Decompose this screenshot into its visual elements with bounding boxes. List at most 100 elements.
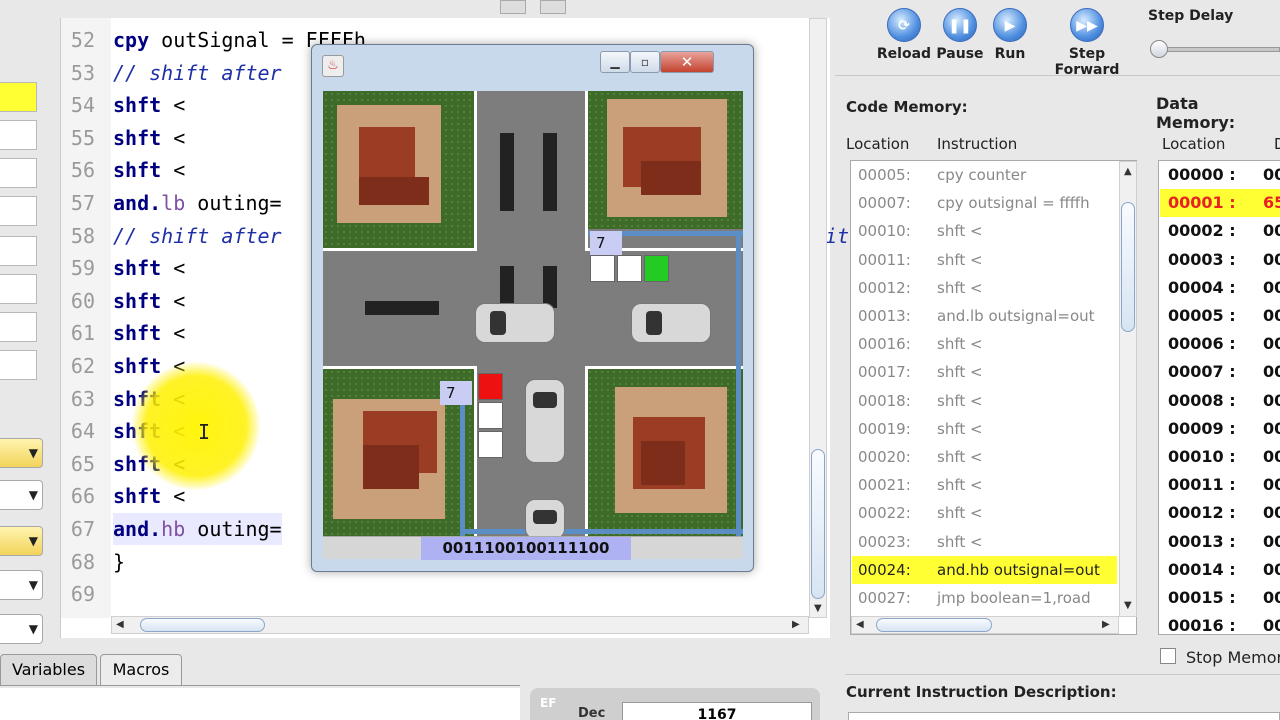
code-line[interactable]: and.lb outing= xyxy=(113,187,282,219)
code-line[interactable]: // shift after xyxy=(113,220,282,252)
data-memory-row[interactable]: 00007 : 00 xyxy=(1160,358,1280,386)
data-memory-row[interactable]: 00002 : 00 xyxy=(1160,217,1280,245)
data-memory-row[interactable]: 00011 : 00 xyxy=(1160,471,1280,499)
data-memory-row[interactable]: 00010 : 00 xyxy=(1160,443,1280,471)
code-memory-hscroll[interactable]: ◀ ▶ xyxy=(851,616,1119,634)
editor-horizontal-scrollbar[interactable]: ◀ ▶ xyxy=(111,616,809,634)
data-memory-row[interactable]: 00003 : 00 xyxy=(1160,246,1280,274)
left-dropdown-1[interactable]: ▼ xyxy=(0,438,43,468)
row-location: 00022: xyxy=(858,504,911,523)
code-line[interactable]: shft < xyxy=(113,252,185,284)
data-memory-row[interactable]: 00008 : 00 xyxy=(1160,387,1280,415)
left-field-4[interactable] xyxy=(0,196,37,226)
left-field-6[interactable] xyxy=(0,274,37,304)
step-delay-slider-knob[interactable] xyxy=(1150,40,1168,58)
top-icon-b[interactable] xyxy=(540,0,566,14)
data-memory-row[interactable]: 00001 : 65 xyxy=(1160,189,1280,218)
data-memory-row[interactable]: 00012 : 00 xyxy=(1160,499,1280,527)
code-line[interactable]: // shift after xyxy=(113,57,282,89)
row-value: 00 xyxy=(1263,362,1280,382)
java-icon: ♨ xyxy=(322,55,344,77)
left-dropdown-5[interactable]: ▼ xyxy=(0,614,43,644)
left-field-8[interactable] xyxy=(0,350,37,380)
arrow-down-icon[interactable]: ▼ xyxy=(814,603,822,614)
left-dropdown-4[interactable]: ▼ xyxy=(0,570,43,600)
code-memory-row[interactable]: 00018: shft < xyxy=(852,387,1117,415)
code-memory-row[interactable]: 00016: shft < xyxy=(852,330,1117,358)
code-memory-row[interactable]: 00007: cpy outsignal = ffffh xyxy=(852,189,1117,217)
roof-shadow xyxy=(641,161,701,195)
tab-macros[interactable]: Macros xyxy=(100,654,182,686)
code-memory-row[interactable]: 00011: shft < xyxy=(852,246,1117,274)
arrow-down-icon[interactable]: ▼ xyxy=(1124,600,1132,611)
arrow-left-icon[interactable]: ◀ xyxy=(856,619,864,630)
step-delay-slider-track[interactable] xyxy=(1160,47,1280,52)
code-line[interactable]: and.hb outing= xyxy=(113,513,282,545)
step-forward-button[interactable]: ▶▶ Step Forward xyxy=(1037,8,1137,78)
left-dropdown-3[interactable]: ▼ xyxy=(0,526,43,556)
editor-vertical-scrollbar[interactable]: ▼ xyxy=(809,18,827,618)
curb xyxy=(474,366,477,536)
close-button[interactable]: ✕ xyxy=(660,51,714,73)
data-memory-row[interactable]: 00005 : 00 xyxy=(1160,302,1280,330)
row-value: 00 xyxy=(1263,249,1280,269)
code-memory-list[interactable]: 00005: cpy counter 00007: cpy outsignal = f… xyxy=(850,160,1137,635)
code-memory-row[interactable]: 00023: shft < xyxy=(852,528,1117,556)
top-icon-a[interactable] xyxy=(500,0,526,14)
left-field-1[interactable] xyxy=(0,82,37,112)
stop-memory-checkbox[interactable] xyxy=(1160,648,1176,664)
left-field-3[interactable] xyxy=(0,158,37,188)
maximize-button[interactable]: ▫ xyxy=(630,51,660,73)
curb xyxy=(585,366,743,369)
code-line[interactable]: shft < xyxy=(113,317,185,349)
code-memory-row[interactable]: 00020: shft < xyxy=(852,443,1117,471)
code-line[interactable]: shft < xyxy=(113,285,185,317)
left-field-7[interactable] xyxy=(0,312,37,342)
data-memory-row[interactable]: 00009 : 00 xyxy=(1160,415,1280,443)
code-memory-scroll-thumb[interactable] xyxy=(1121,202,1135,332)
code-memory-scrollbar[interactable]: ▲ ▼ xyxy=(1119,161,1137,617)
code-memory-row[interactable]: 00021: shft < xyxy=(852,471,1117,499)
code-memory-row[interactable]: 00005: cpy counter xyxy=(852,161,1117,189)
code-memory-row[interactable]: 00013: and.lb outsignal=out xyxy=(852,302,1117,330)
left-dropdown-2[interactable]: ▼ xyxy=(0,480,43,510)
data-memory-row[interactable]: 00016 : 00 xyxy=(1160,612,1280,640)
code-memory-row[interactable]: 00019: shft < xyxy=(852,415,1117,443)
run-button[interactable]: ▶ Run xyxy=(990,8,1030,62)
arrow-up-icon[interactable]: ▲ xyxy=(1124,166,1132,177)
pause-button[interactable]: ❚❚ Pause xyxy=(934,8,986,62)
left-field-2[interactable] xyxy=(0,120,37,150)
counter-tag-top: 7 xyxy=(590,231,622,255)
data-memory-row[interactable]: 00004 : 00 xyxy=(1160,274,1280,302)
dec-value-field[interactable]: 1167 xyxy=(622,702,812,720)
data-memory-row[interactable]: 00014 : 00 xyxy=(1160,556,1280,584)
data-memory-row[interactable]: 00006 : 00 xyxy=(1160,330,1280,358)
left-field-5[interactable] xyxy=(0,236,37,266)
reload-button[interactable]: ⟳ Reload xyxy=(873,8,935,62)
roof-shadow xyxy=(641,441,685,485)
code-line[interactable]: shft < xyxy=(113,154,185,186)
row-location: 00005: xyxy=(858,166,911,184)
data-memory-row[interactable]: 00000 : 00 xyxy=(1160,161,1280,189)
code-memory-row[interactable]: 00012: shft < xyxy=(852,274,1117,302)
arrow-right-icon[interactable]: ▶ xyxy=(792,619,800,630)
data-memory-row[interactable]: 00013 : 00 xyxy=(1160,528,1280,556)
tab-variables[interactable]: Variables xyxy=(0,654,97,686)
arrow-right-icon[interactable]: ▶ xyxy=(1102,619,1110,630)
minimize-button[interactable]: ▁ xyxy=(600,51,630,73)
code-memory-row[interactable]: 00022: shft < xyxy=(852,499,1117,527)
data-memory-row[interactable]: 00015 : 00 xyxy=(1160,584,1280,612)
row-value: 00 xyxy=(1263,503,1280,523)
code-line[interactable]: shft < xyxy=(113,89,185,121)
code-line[interactable]: } xyxy=(113,546,125,578)
code-memory-row[interactable]: 00024: and.hb outsignal=out xyxy=(852,555,1117,584)
code-memory-row[interactable]: 00027: jmp boolean=1,road xyxy=(852,584,1117,612)
data-memory-list[interactable]: 00000 :00 00001 :65 00002 :00 00003 :00 0000… xyxy=(1158,160,1280,635)
editor-vscroll-thumb[interactable] xyxy=(811,449,825,599)
code-memory-row[interactable]: 00017: shft < xyxy=(852,358,1117,386)
editor-hscroll-thumb[interactable] xyxy=(140,618,265,632)
code-line[interactable]: shft < xyxy=(113,122,185,154)
code-memory-row[interactable]: 00010: shft < xyxy=(852,217,1117,245)
code-memory-hscroll-thumb[interactable] xyxy=(876,618,992,632)
arrow-left-icon[interactable]: ◀ xyxy=(116,619,124,630)
